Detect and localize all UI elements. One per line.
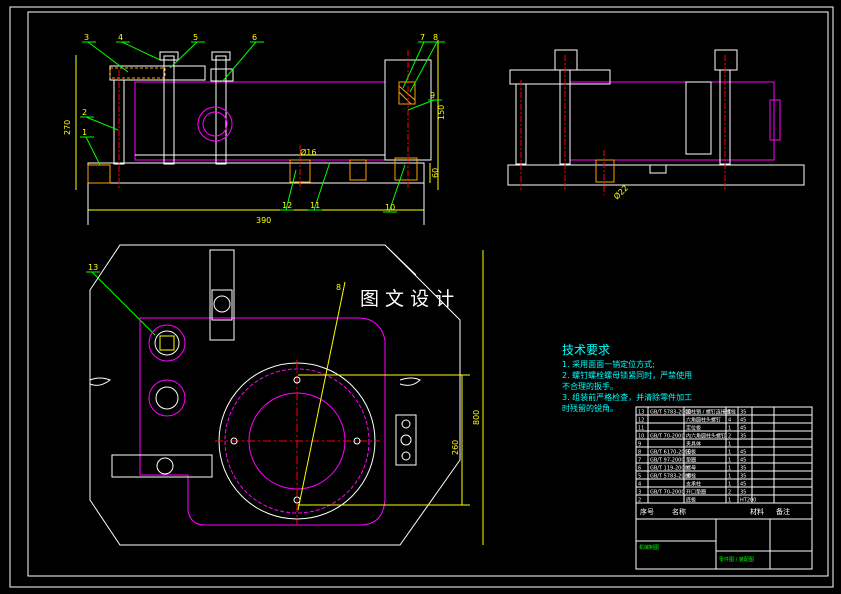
front-body bbox=[134, 81, 386, 161]
bom-cell: 垫圈 bbox=[686, 457, 696, 464]
bom-row: 5 GB/T 5783-2000螺栓 1 35 bbox=[638, 473, 746, 480]
notes-title: 技术要求 bbox=[562, 343, 610, 357]
balloon-13: 13 bbox=[88, 263, 98, 272]
plan-inner-outline bbox=[139, 317, 386, 526]
bom-cell: 夹具体 bbox=[686, 441, 701, 448]
bom-row: 13 GB/T 5783-2000圆柱销 / 螺钉连接螺栓1 35 bbox=[638, 409, 746, 416]
balloon-leader bbox=[402, 41, 425, 89]
balloon-leader bbox=[91, 271, 156, 336]
side-view bbox=[507, 49, 805, 195]
bom-cell: 开口垫圈 bbox=[686, 489, 706, 496]
title-block-left: 机械制图 bbox=[639, 544, 659, 551]
bom-row: 3 GB/T 70-2000 开口垫圈 2 35 bbox=[638, 489, 746, 496]
bom-cell: 六角圆柱头螺钉 bbox=[686, 417, 721, 424]
balloon-12: 12 bbox=[282, 201, 292, 210]
balloon-7: 7 bbox=[420, 33, 425, 42]
front-view bbox=[75, 40, 439, 225]
dim-overall-height: 270 bbox=[63, 120, 72, 135]
balloon-1: 1 bbox=[82, 128, 87, 137]
watermark-text: 图 文 设 计 bbox=[360, 288, 454, 310]
balloon-leader bbox=[85, 116, 119, 131]
notes-line-5: 时残留的锐角。 bbox=[562, 403, 618, 413]
balloon-3: 3 bbox=[84, 33, 89, 42]
bom-header-cell: 名称 bbox=[672, 507, 686, 516]
front-base-plate bbox=[87, 162, 425, 184]
balloon-11: 11 bbox=[310, 201, 320, 210]
dim-plan-inner: 260 bbox=[451, 440, 460, 455]
plan-bushing-top bbox=[148, 324, 186, 362]
dimension-labels: 270 390 150 60 Ø16 260 800 Ø22 8 bbox=[63, 105, 630, 455]
bom-cell: 内六角圆柱头螺钉 bbox=[686, 433, 726, 440]
balloon-6: 6 bbox=[252, 33, 257, 42]
plan-bushing-bottom bbox=[148, 379, 186, 417]
dim-bore: Ø16 bbox=[300, 147, 316, 157]
bom-row: 11 定位板 1 45 bbox=[638, 425, 746, 432]
bom-row: 4 支承柱 1 45 bbox=[638, 481, 746, 488]
bom-row: 8 GB/T 6170-2000压板 1 45 bbox=[638, 449, 746, 456]
side-base bbox=[507, 164, 805, 186]
bom-header-cell: 材料 bbox=[750, 507, 764, 516]
bom-cell: 支承柱 bbox=[686, 481, 701, 488]
bom-row: 9 夹具体 1 bbox=[638, 441, 731, 448]
balloon-leader bbox=[85, 136, 101, 166]
balloon-2: 2 bbox=[82, 108, 87, 117]
bom-table: 13 GB/T 5783-2000圆柱销 / 螺钉连接螺栓1 3512 六角圆柱头螺钉… bbox=[635, 406, 813, 570]
front-stud-mid bbox=[163, 55, 175, 165]
bom-header-cell: 序号 bbox=[640, 507, 654, 516]
bom-header-cell: 备注 bbox=[776, 507, 790, 516]
cad-drawing: 3 4 5 6 7 812910111213 图 文 设 计 270 390 1… bbox=[9, 6, 834, 588]
balloon-10: 10 bbox=[385, 203, 395, 212]
dim-small: 8 bbox=[336, 283, 341, 292]
bom-row: 10 GB/T 70-2000 内六角圆柱头螺钉 2 35 bbox=[638, 433, 746, 440]
balloon-4: 4 bbox=[118, 33, 123, 42]
balloon-leader bbox=[409, 41, 438, 93]
bom-row: 12 六角圆柱头螺钉 4 45 bbox=[638, 417, 746, 424]
bom-cell: 定位板 bbox=[686, 425, 701, 432]
notes-line-2: 2. 螺钉螺栓螺母锁紧同时，严禁使用 bbox=[562, 370, 692, 380]
dim-right-height: 150 bbox=[437, 105, 446, 120]
bom-row: 2 底板 1 HT200 bbox=[638, 497, 756, 504]
title-block-right: 零件图 / 装配图 bbox=[719, 556, 754, 563]
bom-cell: 底板 bbox=[686, 497, 696, 504]
side-body bbox=[569, 81, 775, 161]
balloon-leader bbox=[407, 99, 435, 111]
dim-plan-outer: 800 bbox=[472, 410, 481, 425]
balloon-9: 9 bbox=[430, 91, 435, 100]
bom-row: 6 GB/T 119-2000螺母 1 35 bbox=[638, 465, 746, 472]
balloon-5: 5 bbox=[193, 33, 198, 42]
notes-line-1: 1. 采用面面一销定位方式; bbox=[562, 359, 655, 369]
bom-cell: 压板 bbox=[686, 449, 696, 456]
balloon-leader bbox=[87, 41, 129, 73]
technical-notes: 技术要求 1. 采用面面一销定位方式; 2. 螺钉螺栓螺母锁紧同时，严禁使用 不… bbox=[562, 343, 692, 413]
bom-cell: 螺母 bbox=[686, 465, 696, 472]
balloon-leader bbox=[169, 41, 198, 69]
balloon-8: 8 bbox=[433, 33, 438, 42]
balloon-leader bbox=[121, 41, 161, 61]
dim-base-height: 60 bbox=[431, 168, 440, 178]
bom-cell: 螺栓 bbox=[686, 473, 696, 480]
balloon-leader bbox=[221, 41, 257, 83]
bom-row: 7 GB/T 97-2000 垫圈 1 45 bbox=[638, 457, 746, 464]
notes-line-3: 不合理的扳手。 bbox=[562, 381, 618, 391]
dim-overall-width: 390 bbox=[256, 216, 271, 225]
notes-line-4: 3. 组装前严格检查，并清除零件加工 bbox=[562, 392, 692, 402]
